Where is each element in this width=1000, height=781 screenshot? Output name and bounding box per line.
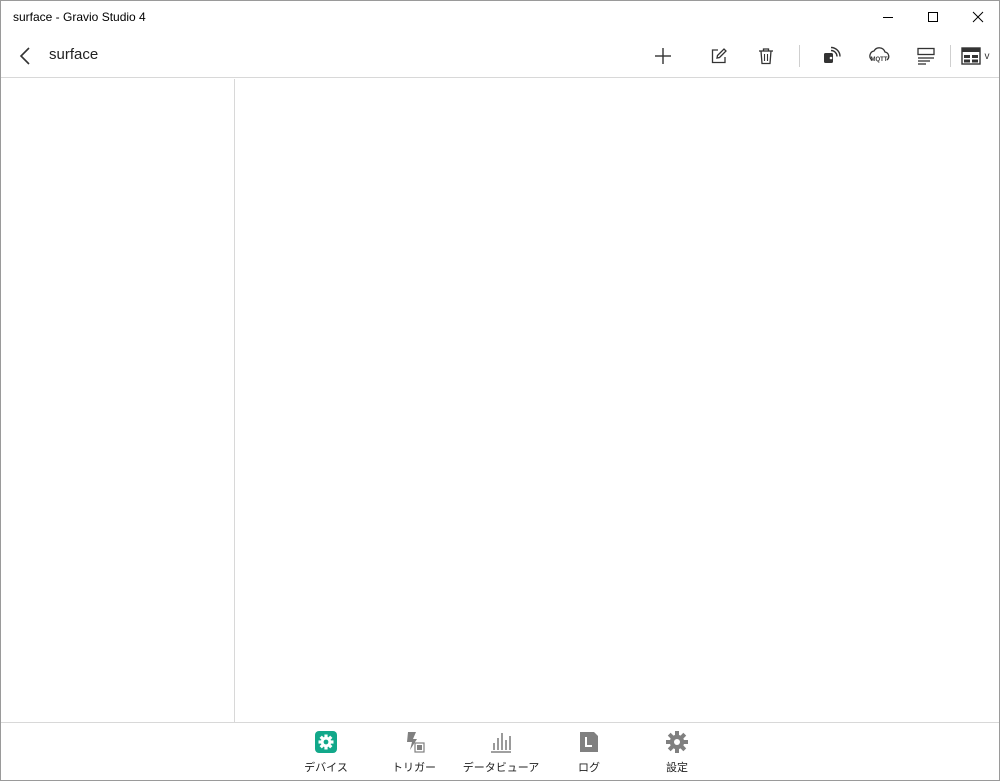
nav-label-devices: デバイス [304, 762, 348, 774]
edit-icon [711, 48, 727, 64]
device-detail-pane [236, 79, 999, 722]
mqtt-icon: MQTT [869, 47, 890, 63]
back-icon [19, 47, 30, 65]
nav-item-settings[interactable]: 設定 [652, 729, 702, 777]
delete-icon [759, 48, 773, 65]
nav-item-triggers[interactable]: トリガー [389, 729, 439, 777]
nav-item-devices[interactable]: デバイス [301, 729, 351, 777]
close-icon [972, 11, 984, 23]
maximize-button[interactable] [910, 1, 956, 33]
bottom-navigation: デバイス トリガー データビューア ログ 設定 [1, 722, 999, 780]
mqtt-label: MQTT [871, 57, 888, 63]
maximize-icon [928, 12, 938, 22]
toolbar-divider [950, 45, 951, 67]
chevron-down-icon: v [984, 50, 990, 62]
nav-item-data-viewer[interactable]: データビューア [463, 729, 539, 777]
log-document-icon [576, 729, 602, 755]
page-title: surface [49, 46, 99, 63]
nav-label-triggers: トリガー [392, 762, 436, 774]
minimize-button[interactable] [865, 1, 911, 33]
window-title: surface - Gravio Studio 4 [13, 10, 146, 24]
toolbar-divider [799, 45, 800, 67]
nav-label-log: ログ [578, 762, 600, 774]
minimize-icon [883, 17, 893, 18]
mqtt-button[interactable]: MQTT [863, 41, 895, 71]
device-list-pane [1, 79, 235, 722]
nav-label-settings: 設定 [666, 762, 688, 774]
edit-button[interactable] [703, 41, 735, 71]
trigger-icon [401, 729, 427, 755]
title-bar: surface - Gravio Studio 4 [1, 1, 999, 33]
layout-icon [960, 47, 981, 65]
close-button[interactable] [955, 1, 1000, 33]
add-button[interactable] [647, 41, 679, 71]
app-header: surface MQTT v [1, 33, 999, 78]
back-button[interactable] [11, 41, 41, 71]
list-view-button[interactable] [910, 41, 942, 71]
nav-item-log[interactable]: ログ [566, 729, 612, 777]
device-gear-icon [313, 729, 339, 755]
app-window: surface - Gravio Studio 4 surface MQTT v… [0, 0, 1000, 781]
settings-gear-icon [664, 729, 690, 755]
nav-label-data-viewer: データビューア [462, 762, 540, 774]
bar-chart-icon [488, 729, 514, 755]
add-icon [655, 48, 671, 64]
beacon-button[interactable] [816, 41, 848, 71]
beacon-icon [824, 46, 841, 63]
list-icon [917, 47, 935, 65]
delete-button[interactable] [750, 41, 782, 71]
layout-dropdown[interactable]: v [955, 41, 995, 71]
